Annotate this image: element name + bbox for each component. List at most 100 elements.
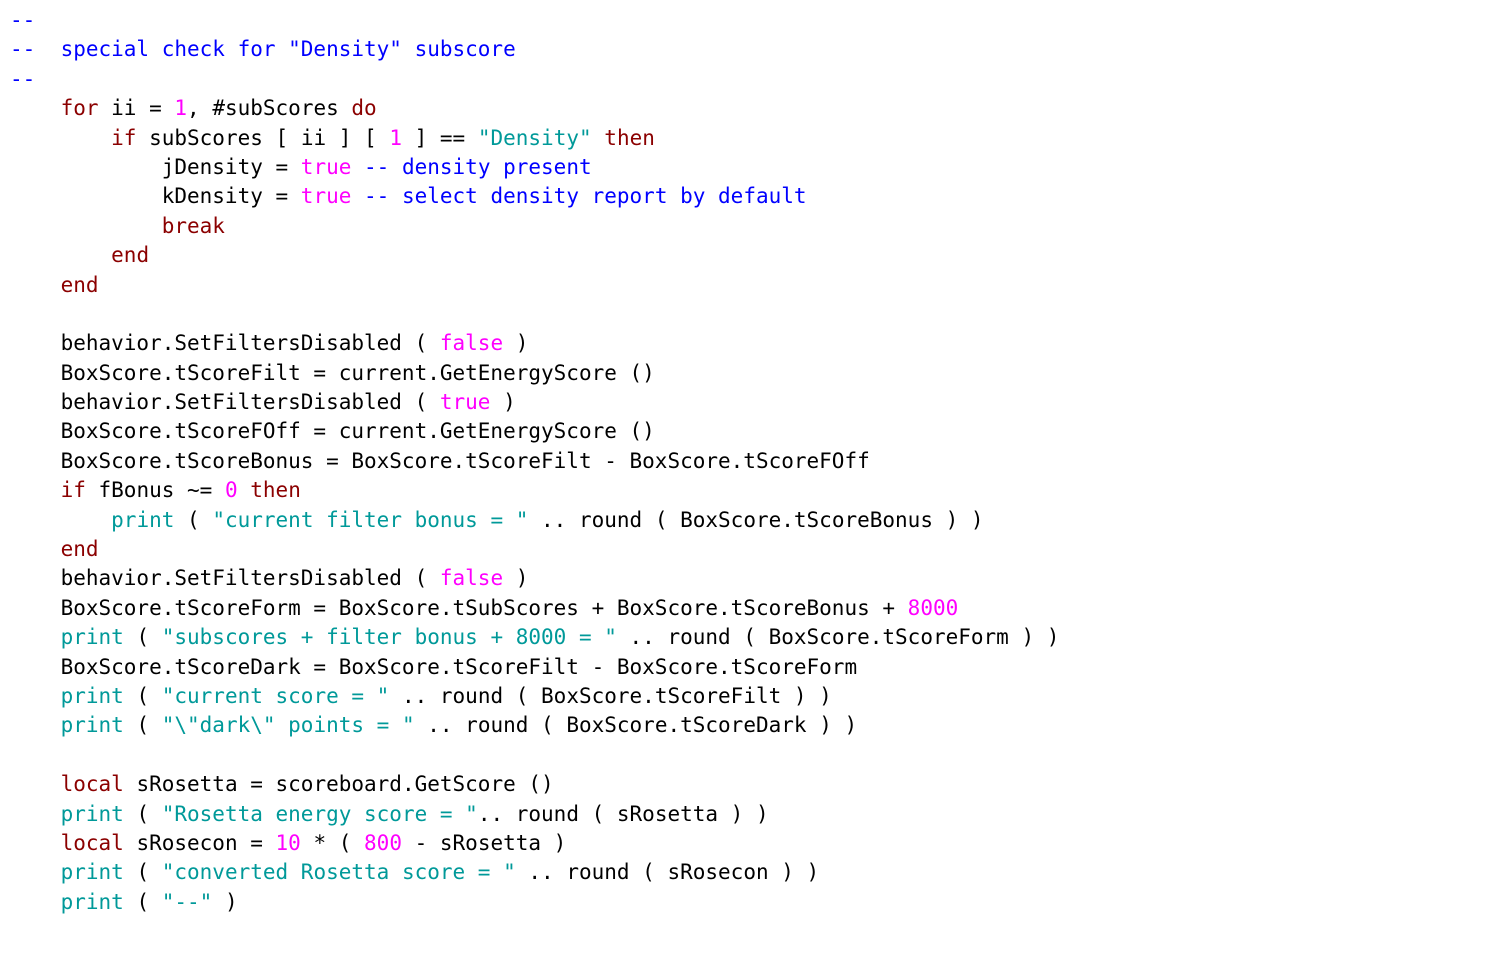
code-token: 8000	[908, 596, 959, 620]
code-token: BoxScore.tScoreFilt = current.GetEnergyS…	[10, 361, 655, 385]
code-token: )	[503, 331, 528, 355]
code-token: behavior.SetFiltersDisabled (	[10, 566, 440, 590]
code-token: BoxScore.tScoreBonus = BoxScore.tScoreFi…	[10, 449, 870, 473]
code-token: end	[61, 273, 99, 297]
code-token	[10, 508, 111, 532]
code-token	[10, 802, 61, 826]
code-token	[10, 860, 61, 884]
code-token: BoxScore.tScoreForm = BoxScore.tSubScore…	[10, 596, 908, 620]
code-token: kDensity =	[10, 184, 301, 208]
code-token: print	[111, 508, 174, 532]
code-token: , #subScores	[187, 96, 351, 120]
code-token: true	[440, 390, 491, 414]
code-token: ] ==	[402, 126, 478, 150]
code-token	[10, 478, 61, 502]
code-token: for	[61, 96, 99, 120]
code-token: -- density present	[364, 155, 592, 179]
code-token: print	[61, 890, 124, 914]
code-token: false	[440, 331, 503, 355]
code-token: behavior.SetFiltersDisabled (	[10, 390, 440, 414]
code-token: print	[61, 684, 124, 708]
code-token: 1	[174, 96, 187, 120]
code-token: )	[212, 890, 237, 914]
code-token: "subscores + filter bonus + 8000 = "	[162, 625, 617, 649]
code-token: false	[440, 566, 503, 590]
code-block: -- -- special check for "Density" subsco…	[0, 0, 1512, 923]
code-token: --	[10, 8, 35, 32]
code-token: 1	[389, 126, 402, 150]
code-token	[10, 684, 61, 708]
code-token: if	[61, 478, 86, 502]
code-token	[10, 772, 61, 796]
code-token: true	[301, 155, 352, 179]
code-token: 10	[276, 831, 301, 855]
code-token: "current score = "	[162, 684, 390, 708]
code-token	[10, 831, 61, 855]
code-token	[10, 890, 61, 914]
code-token: (	[124, 860, 162, 884]
code-token: behavior.SetFiltersDisabled (	[10, 331, 440, 355]
code-token: sRosecon =	[124, 831, 276, 855]
code-token: true	[301, 184, 352, 208]
code-token: if	[111, 126, 136, 150]
code-token	[10, 243, 111, 267]
code-token	[10, 273, 61, 297]
code-token: .. round ( BoxScore.tScoreBonus ) )	[528, 508, 983, 532]
code-token: (	[124, 713, 162, 737]
code-token: .. round ( BoxScore.tScoreDark ) )	[415, 713, 858, 737]
code-token: .. round ( sRosetta ) )	[478, 802, 769, 826]
code-token: 800	[364, 831, 402, 855]
code-token: "converted Rosetta score = "	[162, 860, 516, 884]
code-token	[351, 155, 364, 179]
code-token: local	[61, 772, 124, 796]
code-token: print	[61, 625, 124, 649]
code-token: "current filter bonus = "	[212, 508, 528, 532]
code-token: (	[174, 508, 212, 532]
code-token: (	[124, 802, 162, 826]
code-token	[10, 214, 162, 238]
code-token: "\"dark\" points = "	[162, 713, 415, 737]
code-token: 0	[225, 478, 238, 502]
code-token: (	[124, 625, 162, 649]
code-token: .. round ( BoxScore.tScoreFilt ) )	[389, 684, 832, 708]
code-token: print	[61, 860, 124, 884]
code-token: break	[162, 214, 225, 238]
code-token: -- special check for "Density" subscore	[10, 37, 516, 61]
code-token: (	[124, 890, 162, 914]
code-token: end	[111, 243, 149, 267]
code-token	[10, 713, 61, 737]
code-token: do	[351, 96, 376, 120]
code-token	[10, 96, 61, 120]
code-token: local	[61, 831, 124, 855]
code-token: BoxScore.tScoreFOff = current.GetEnergyS…	[10, 419, 655, 443]
code-token: BoxScore.tScoreDark = BoxScore.tScoreFil…	[10, 655, 857, 679]
code-token: --	[10, 67, 35, 91]
code-token: then	[604, 126, 655, 150]
code-token	[238, 478, 251, 502]
code-token	[351, 184, 364, 208]
code-token: ii =	[99, 96, 175, 120]
code-token: .. round ( sRosecon ) )	[516, 860, 819, 884]
code-token: .. round ( BoxScore.tScoreForm ) )	[617, 625, 1060, 649]
code-token: jDensity =	[10, 155, 301, 179]
code-token: print	[61, 802, 124, 826]
code-token: "Rosetta energy score = "	[162, 802, 478, 826]
code-token: * (	[301, 831, 364, 855]
code-token: print	[61, 713, 124, 737]
code-token: - sRosetta )	[402, 831, 566, 855]
code-token	[10, 537, 61, 561]
code-token	[10, 126, 111, 150]
code-token: )	[503, 566, 528, 590]
code-token: "Density"	[478, 126, 592, 150]
code-token: )	[490, 390, 515, 414]
code-token: then	[250, 478, 301, 502]
code-token: fBonus ~=	[86, 478, 225, 502]
code-token	[592, 126, 605, 150]
code-token: (	[124, 684, 162, 708]
code-token: "--"	[162, 890, 213, 914]
code-token: sRosetta = scoreboard.GetScore ()	[124, 772, 554, 796]
code-token: end	[61, 537, 99, 561]
code-token: subScores [ ii ] [	[136, 126, 389, 150]
code-token	[10, 625, 61, 649]
code-token: -- select density report by default	[364, 184, 807, 208]
